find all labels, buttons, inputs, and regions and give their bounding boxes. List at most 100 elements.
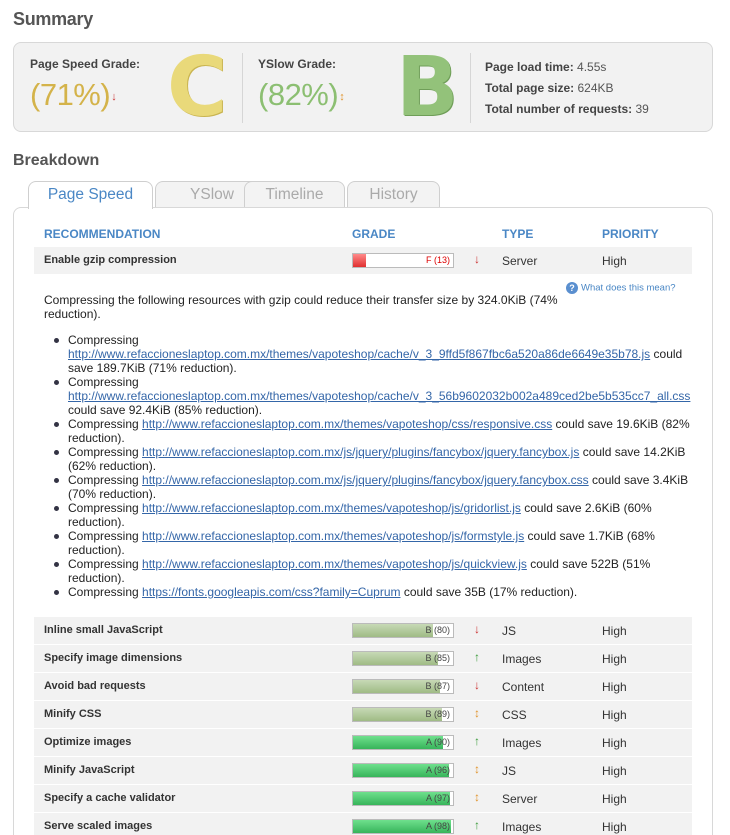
resource-savings: could save 92.4KiB (85% reduction). (68, 403, 263, 417)
grade-label: A (90) (425, 737, 450, 747)
resource-link[interactable]: http://www.refaccioneslaptop.com.mx/them… (142, 557, 527, 571)
grade-label: A (98) (425, 821, 450, 831)
recommendation-priority: High (602, 254, 627, 268)
grade-bar: A (97) (352, 791, 454, 806)
resource-link[interactable]: http://www.refaccioneslaptop.com.mx/them… (142, 501, 521, 515)
grade-label: A (97) (425, 793, 450, 803)
table-row[interactable]: Enable gzip compression F (13) ↓ Server … (34, 247, 692, 274)
recommendation-priority: High (602, 652, 627, 666)
trend-down-icon: ↓ (474, 622, 480, 636)
resource-prefix: Compressing (68, 375, 139, 389)
resource-link[interactable]: http://www.refaccioneslaptop.com.mx/them… (68, 347, 650, 361)
recommendation-type: Content (502, 680, 545, 694)
stat-requests: Total number of requests: 39 (485, 102, 649, 116)
resource-link[interactable]: https://fonts.googleapis.com/css?family=… (142, 585, 400, 599)
resource-link[interactable]: http://www.refaccioneslaptop.com.mx/js/j… (142, 445, 579, 459)
stat-load-time: Page load time: 4.55s (485, 60, 607, 74)
grade-label: A (96) (425, 765, 450, 775)
page-speed-grade-label: Page Speed Grade: (30, 57, 141, 71)
table-row[interactable]: Minify JavaScript A (96) ↕ JS High (34, 757, 692, 784)
page-speed-percent: (71%) (30, 77, 111, 112)
list-item: Compressing http://www.refaccioneslaptop… (54, 557, 694, 585)
table-row[interactable]: Specify a cache validator A (97) ↕ Server Hi… (34, 785, 692, 812)
tab-timeline[interactable]: Timeline (244, 181, 345, 208)
resource-savings: could save 35B (17% reduction). (400, 585, 578, 599)
recommendation-priority: High (602, 624, 627, 638)
table-row[interactable]: Minify CSS B (89) ↕ CSS High (34, 701, 692, 728)
column-priority[interactable]: PRIORITY (602, 227, 659, 241)
recommendation-type: JS (502, 764, 517, 778)
recommendation-name[interactable]: Enable gzip compression (44, 254, 177, 266)
grade-bar-fill (353, 624, 433, 637)
resource-link[interactable]: http://www.refaccioneslaptop.com.mx/them… (142, 529, 524, 543)
list-item: Compressing http://www.refaccioneslaptop… (54, 333, 694, 375)
table-row[interactable]: Specify image dimensions B (85) ↑ Images Hig… (34, 645, 692, 672)
grade-label: B (85) (425, 653, 450, 663)
recommendation-name[interactable]: Minify JavaScript (44, 764, 134, 776)
trend-updown-icon: ↕ (474, 762, 480, 776)
recommendation-name[interactable]: Specify image dimensions (44, 652, 182, 664)
grade-label: F (13) (425, 255, 450, 265)
grade-bar: A (96) (352, 763, 454, 778)
column-recommendation[interactable]: RECOMMENDATION (44, 227, 160, 241)
grade-bar: A (98) (352, 819, 454, 834)
list-item: Compressing http://www.refaccioneslaptop… (54, 417, 694, 445)
summary-heading: Summary (13, 9, 93, 29)
table-row[interactable]: Avoid bad requests B (87) ↓ Content High (34, 673, 692, 700)
recommendation-name[interactable]: Optimize images (44, 736, 131, 748)
resource-prefix: Compressing (68, 501, 143, 515)
table-row[interactable]: Optimize images A (90) ↑ Images High (34, 729, 692, 756)
grade-bar: A (90) (352, 735, 454, 750)
trend-up-icon: ↑ (474, 818, 480, 832)
trend-updown-icon: ↕ (474, 790, 480, 804)
trend-down-icon: ↓ (474, 678, 480, 692)
yslow-grade: YSlow Grade: (82%)↕ (258, 57, 345, 113)
recommendation-name[interactable]: Serve scaled images (44, 820, 152, 832)
column-grade[interactable]: GRADE (352, 227, 395, 241)
grade-bar: B (85) (352, 651, 454, 666)
recommendation-type: Server (502, 254, 538, 268)
table-row[interactable]: Inline small JavaScript B (80) ↓ JS High (34, 617, 692, 644)
column-type[interactable]: TYPE (502, 227, 533, 241)
tab-page-speed[interactable]: Page Speed (28, 181, 153, 209)
grade-bar: B (87) (352, 679, 454, 694)
page-speed-letter-grade: C (167, 40, 228, 135)
resource-link[interactable]: http://www.refaccioneslaptop.com.mx/them… (142, 417, 552, 431)
list-item: Compressing https://fonts.googleapis.com… (54, 585, 694, 599)
recommendation-name[interactable]: Minify CSS (44, 708, 101, 720)
help-link[interactable]: ? What does this mean? (566, 282, 676, 294)
recommendation-type: CSS (502, 708, 527, 722)
resource-prefix: Compressing (68, 585, 143, 599)
page-stats: Page load time: 4.55s Total page size: 6… (485, 57, 649, 120)
recommendation-priority: High (602, 736, 627, 750)
recommendation-name[interactable]: Specify a cache validator (44, 792, 175, 804)
list-item: Compressing http://www.refaccioneslaptop… (54, 445, 694, 473)
grade-label: B (89) (425, 709, 450, 719)
resource-prefix: Compressing (68, 473, 143, 487)
recommendation-name[interactable]: Inline small JavaScript (44, 624, 163, 636)
gzip-intro: Compressing the following resources with… (44, 293, 558, 321)
resource-link[interactable]: http://www.refaccioneslaptop.com.mx/them… (68, 389, 690, 403)
yslow-grade-label: YSlow Grade: (258, 57, 337, 71)
resource-prefix: Compressing (68, 529, 143, 543)
resource-prefix: Compressing (68, 557, 143, 571)
trend-up-icon: ↑ (474, 650, 480, 664)
tab-history[interactable]: History (347, 181, 440, 208)
grade-bar: B (89) (352, 707, 454, 722)
recommendation-priority: High (602, 708, 627, 722)
recommendation-type: Server (502, 792, 538, 806)
recommendation-type: Images (502, 736, 542, 750)
list-item: Compressing http://www.refaccioneslaptop… (54, 501, 694, 529)
trend-down-icon: ↓ (111, 90, 117, 103)
grade-bar: B (80) (352, 623, 454, 638)
yslow-grade-value: (82%)↕ (258, 77, 345, 113)
help-icon: ? (566, 282, 578, 294)
summary-panel: Page Speed Grade: (71%)↓ C YSlow Grade: … (13, 42, 713, 132)
grade-label: B (80) (425, 625, 450, 635)
yslow-percent: (82%) (258, 77, 339, 112)
grade-label: B (87) (425, 681, 450, 691)
table-row[interactable]: Serve scaled images A (98) ↑ Images High (34, 813, 692, 835)
recommendation-name[interactable]: Avoid bad requests (44, 680, 146, 692)
resource-link[interactable]: http://www.refaccioneslaptop.com.mx/js/j… (142, 473, 589, 487)
recommendation-type: Images (502, 820, 542, 834)
